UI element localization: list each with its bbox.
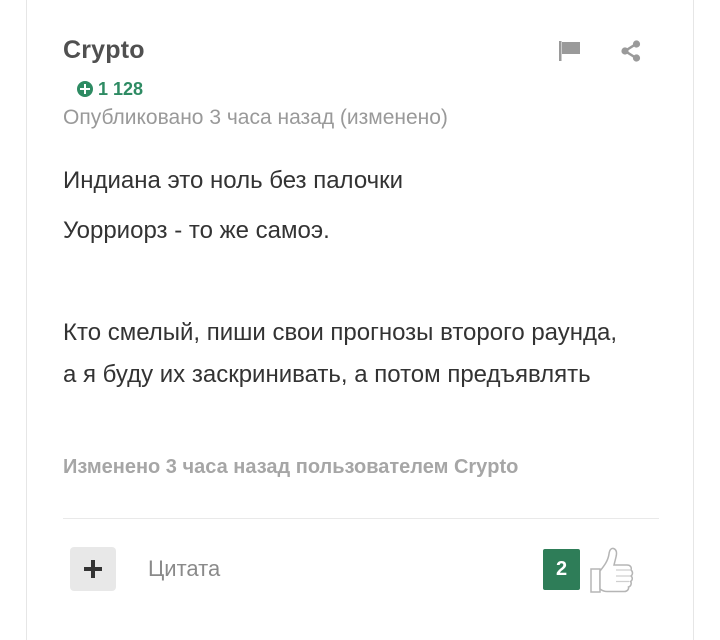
post-author[interactable]: Crypto xyxy=(63,36,145,65)
plus-circle-icon xyxy=(77,81,93,97)
reputation-badge: 1 128 xyxy=(77,78,143,100)
report-button[interactable] xyxy=(557,38,583,64)
post-paragraph: Уорриорз - то же самоэ. xyxy=(63,217,330,244)
reputation-count: 1 128 xyxy=(98,78,144,99)
share-icon xyxy=(621,40,641,62)
post-paragraph: Индиана это ноль без палочки xyxy=(63,167,404,194)
like-count-badge: 2 xyxy=(543,549,580,590)
forum-post: Crypto 1 128 Опубликовано 3 часа назад (… xyxy=(26,0,694,640)
quote-button[interactable]: Цитата xyxy=(148,556,220,582)
like-button[interactable] xyxy=(585,544,637,596)
plus-icon xyxy=(84,560,102,578)
flag-icon xyxy=(559,41,580,61)
post-published-date: Опубликовано 3 часа назад (изменено) xyxy=(63,106,448,129)
thumbs-up-icon xyxy=(590,547,634,593)
edited-note: Изменено 3 часа назад пользователем Cryp… xyxy=(63,456,519,478)
share-button[interactable] xyxy=(618,38,644,64)
post-paragraph: Кто смелый, пиши свои прогнозы второго р… xyxy=(63,319,618,388)
multiquote-button[interactable] xyxy=(70,547,116,591)
divider xyxy=(63,518,659,519)
